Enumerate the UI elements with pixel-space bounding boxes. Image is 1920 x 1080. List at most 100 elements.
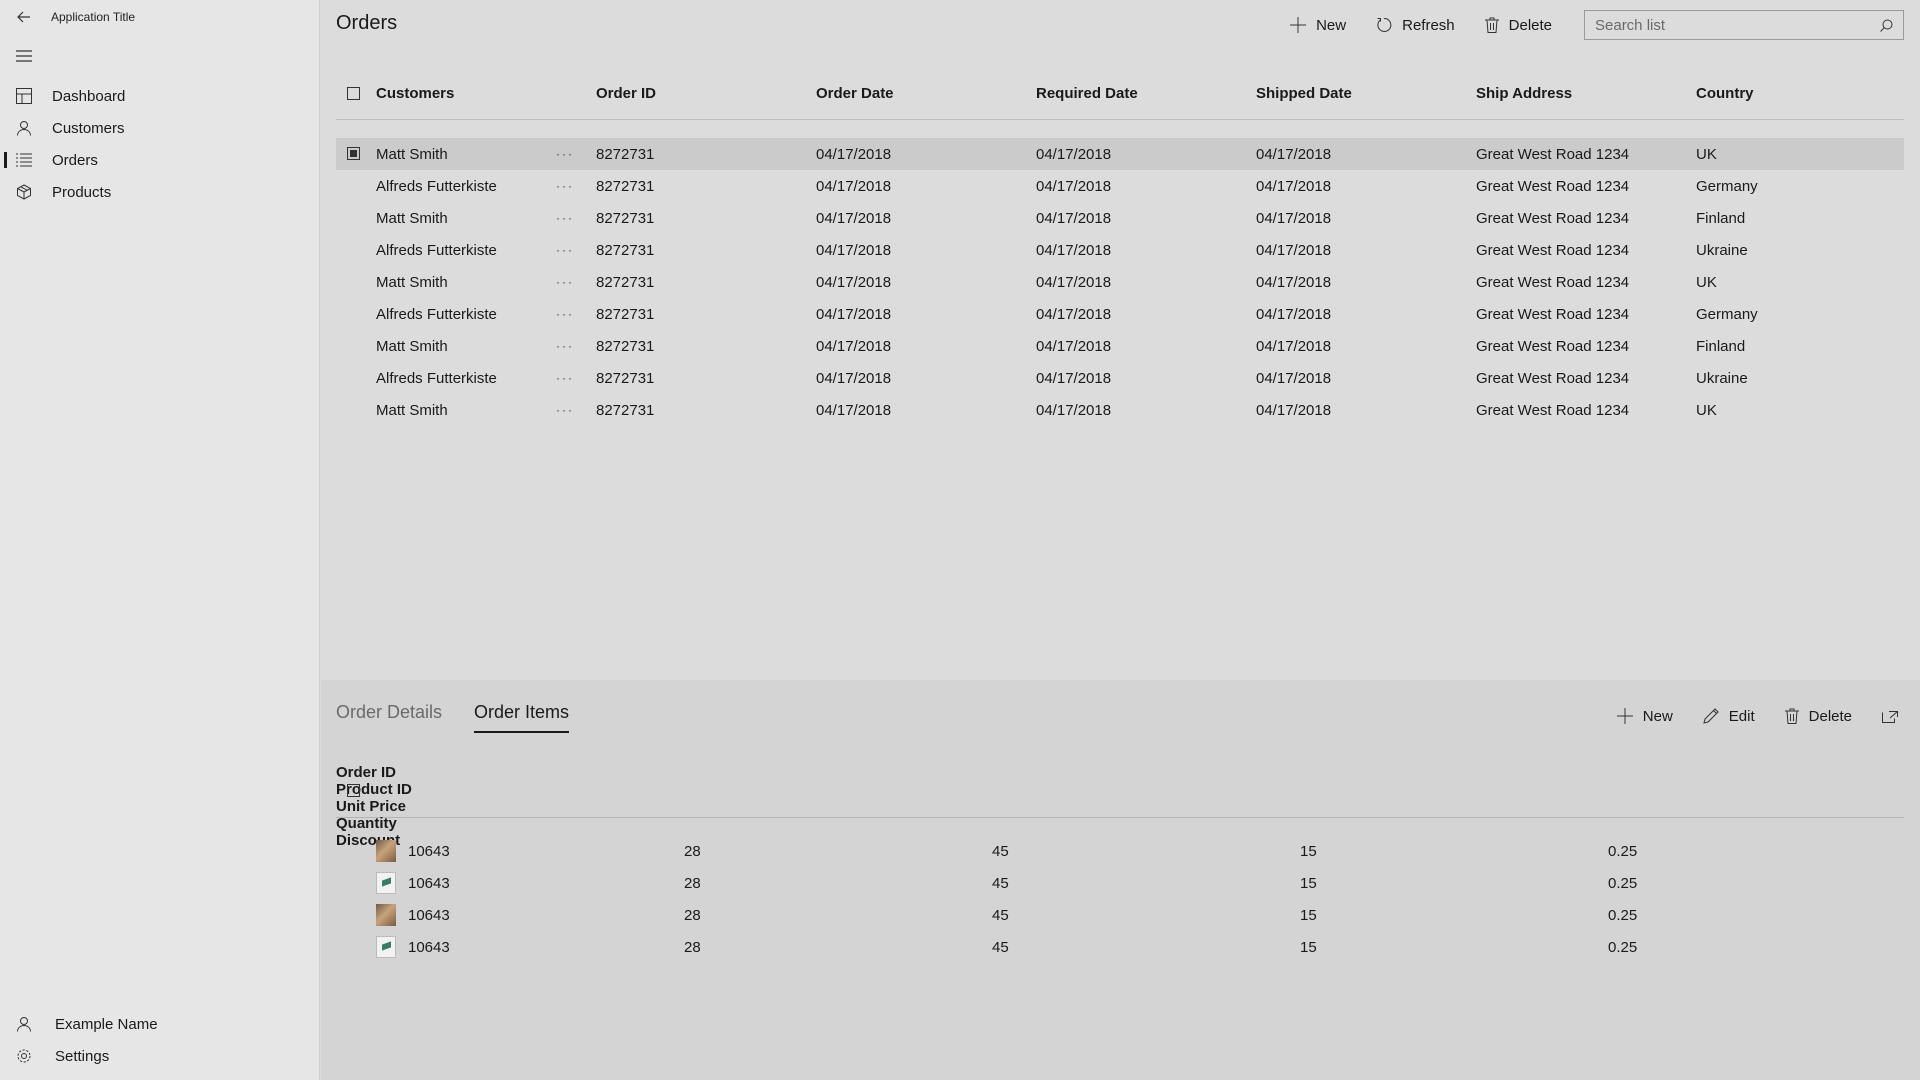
table-row[interactable]: 10643 28 45 15 0.25 [336, 931, 1904, 963]
sidebar-item-label: Dashboard [52, 87, 126, 105]
back-button[interactable] [0, 0, 48, 34]
row-more-options-icon[interactable]: ··· [556, 298, 574, 330]
hamburger-menu-button[interactable] [0, 40, 48, 72]
sidebar-item-settings[interactable]: Settings [0, 1040, 320, 1072]
column-header-quantity[interactable]: Quantity [336, 815, 1904, 832]
table-row[interactable]: Alfreds Futterkiste 8272731 04/17/2018 04/1… [336, 298, 1904, 330]
column-header-unit-price[interactable]: Unit Price [336, 798, 1904, 815]
table-row[interactable]: Alfreds Futterkiste 8272731 04/17/2018 04/1… [336, 362, 1904, 394]
cell-required-date: 04/17/2018 [1036, 241, 1112, 259]
row-more-options-icon[interactable]: ··· [556, 330, 574, 362]
refresh-button[interactable]: Refresh [1376, 17, 1455, 34]
search-icon[interactable] [1880, 19, 1893, 32]
row-checkbox[interactable] [347, 147, 360, 160]
cell-ship-address: Great West Road 1234 [1476, 177, 1630, 195]
person-icon [0, 120, 48, 136]
cell-unit-price: 45 [992, 938, 1009, 956]
cell-ship-address: Great West Road 1234 [1476, 273, 1630, 291]
cell-order-date: 04/17/2018 [816, 209, 892, 227]
search-box[interactable] [1584, 10, 1904, 40]
cell-order-date: 04/17/2018 [816, 177, 892, 195]
cell-discount: 0.25 [1608, 906, 1638, 924]
sidebar-item-label: Products [52, 183, 112, 201]
sidebar-item-orders[interactable]: Orders [0, 144, 320, 176]
column-header-order-date[interactable]: Order Date [816, 68, 894, 119]
column-header-required-date[interactable]: Required Date [1036, 68, 1138, 119]
column-header-order-id[interactable]: Order ID [596, 68, 656, 119]
sidebar-item-products[interactable]: Products [0, 176, 320, 208]
cell-required-date: 04/17/2018 [1036, 401, 1112, 419]
cell-order-id: 8272731 [596, 209, 655, 227]
cell-shipped-date: 04/17/2018 [1256, 369, 1332, 387]
order-id-text: 10643 [408, 906, 450, 924]
row-more-options-icon[interactable]: ··· [556, 138, 574, 170]
cell-country: Germany [1696, 305, 1758, 323]
cell-order-date: 04/17/2018 [816, 369, 892, 387]
column-header-country[interactable]: Country [1696, 68, 1754, 119]
cell-order-id: 8272731 [596, 145, 655, 163]
table-row[interactable]: Alfreds Futterkiste 8272731 04/17/2018 04/1… [336, 234, 1904, 266]
table-row[interactable]: Matt Smith 8272731 04/17/2018 04/17/2018 04/… [336, 266, 1904, 298]
table-row[interactable]: 10643 28 45 15 0.25 [336, 867, 1904, 899]
delete-item-button-label: Delete [1808, 707, 1852, 725]
delete-item-button[interactable]: Delete [1784, 707, 1852, 725]
row-more-options-icon[interactable]: ··· [556, 362, 574, 394]
cell-discount: 0.25 [1608, 938, 1638, 956]
refresh-button-label: Refresh [1402, 16, 1455, 34]
column-header-shipped-date[interactable]: Shipped Date [1256, 68, 1352, 119]
person-icon [0, 1016, 48, 1032]
column-header-product-id[interactable]: Product ID [336, 781, 1904, 798]
column-header-order-id[interactable]: Order ID [336, 764, 1904, 781]
table-row[interactable]: Matt Smith 8272731 04/17/2018 04/17/2018 04/… [336, 202, 1904, 234]
select-all-items-checkbox[interactable] [347, 784, 360, 797]
table-row[interactable]: 10643 28 45 15 0.25 [336, 899, 1904, 931]
product-thumbnail [376, 936, 396, 958]
cell-unit-price: 45 [992, 874, 1009, 892]
new-button[interactable]: New [1290, 17, 1346, 34]
order-id-text: 10643 [408, 874, 450, 892]
sidebar-item-account[interactable]: Example Name [0, 1008, 320, 1040]
pencil-icon [1703, 708, 1719, 724]
cell-country: Ukraine [1696, 369, 1748, 387]
open-in-new-window-button[interactable] [1882, 709, 1908, 723]
cell-required-date: 04/17/2018 [1036, 337, 1112, 355]
product-thumbnail [376, 872, 396, 894]
table-row[interactable]: 10643 28 45 15 0.25 [336, 835, 1904, 867]
order-id-text: 10643 [408, 938, 450, 956]
cell-required-date: 04/17/2018 [1036, 305, 1112, 323]
table-row[interactable]: Alfreds Futterkiste 8272731 04/17/2018 04/1… [336, 170, 1904, 202]
edit-item-button[interactable]: Edit [1703, 708, 1755, 725]
cell-order-date: 04/17/2018 [816, 273, 892, 291]
detail-tabs: Order Details Order Items [336, 702, 601, 733]
column-header-ship-address[interactable]: Ship Address [1476, 68, 1572, 119]
cell-quantity: 15 [1300, 938, 1317, 956]
row-more-options-icon[interactable]: ··· [556, 170, 574, 202]
table-row[interactable]: Matt Smith 8272731 04/17/2018 04/17/2018 04/… [336, 394, 1904, 426]
row-more-options-icon[interactable]: ··· [556, 394, 574, 426]
new-item-button[interactable]: New [1616, 708, 1673, 725]
cell-customer: Matt Smith [376, 209, 448, 227]
cell-product-id: 28 [684, 874, 701, 892]
cell-quantity: 15 [1300, 906, 1317, 924]
sidebar-item-customers[interactable]: Customers [0, 112, 320, 144]
row-more-options-icon[interactable]: ··· [556, 266, 574, 298]
detail-pane: Order Details Order Items New Edit Delet… [321, 680, 1920, 1080]
box-icon [0, 184, 48, 200]
table-row[interactable]: Matt Smith 8272731 04/17/2018 04/17/2018 04/… [336, 330, 1904, 362]
tab-order-items[interactable]: Order Items [474, 702, 570, 733]
search-input[interactable] [1595, 16, 1880, 34]
select-all-checkbox[interactable] [347, 87, 360, 100]
delete-button[interactable]: Delete [1484, 16, 1552, 34]
row-more-options-icon[interactable]: ··· [556, 202, 574, 234]
cell-order-date: 04/17/2018 [816, 401, 892, 419]
cell-country: UK [1696, 273, 1717, 291]
column-header-customers[interactable]: Customers [376, 68, 454, 119]
row-more-options-icon[interactable]: ··· [556, 234, 574, 266]
table-row[interactable]: Matt Smith 8272731 04/17/2018 04/17/2018 04/… [336, 138, 1904, 170]
sidebar-item-dashboard[interactable]: Dashboard [0, 80, 320, 112]
cell-customer: Matt Smith [376, 273, 448, 291]
delete-button-label: Delete [1508, 16, 1552, 34]
cell-order-id: 10643 [376, 931, 450, 963]
tab-order-details[interactable]: Order Details [336, 702, 442, 733]
orders-page: Orders New Refresh Delete Customers Orde… [321, 0, 1920, 680]
